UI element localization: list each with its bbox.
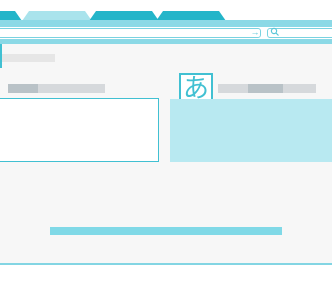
target-language-tab-3[interactable] <box>283 84 316 93</box>
target-language-tab-1[interactable] <box>218 84 248 93</box>
source-panel-accent <box>0 44 2 68</box>
tab-bar <box>0 0 332 22</box>
translation-output-panel <box>170 99 332 162</box>
browser-window: → あ <box>0 0 332 288</box>
go-arrow-icon[interactable]: → <box>250 27 260 37</box>
source-language-tab-1[interactable] <box>8 84 38 93</box>
translation-page: あ <box>0 44 332 264</box>
source-text-field[interactable] <box>0 98 159 162</box>
target-language-tab-2[interactable] <box>248 84 283 93</box>
search-icon <box>270 27 279 36</box>
page-title <box>0 54 55 62</box>
browser-chrome-band <box>0 20 332 27</box>
source-language-tab-3[interactable] <box>69 84 105 93</box>
translate-button[interactable] <box>50 227 282 235</box>
source-language-tab-2[interactable] <box>38 84 69 93</box>
browser-bottom-area <box>0 265 332 288</box>
url-input[interactable] <box>0 28 261 38</box>
